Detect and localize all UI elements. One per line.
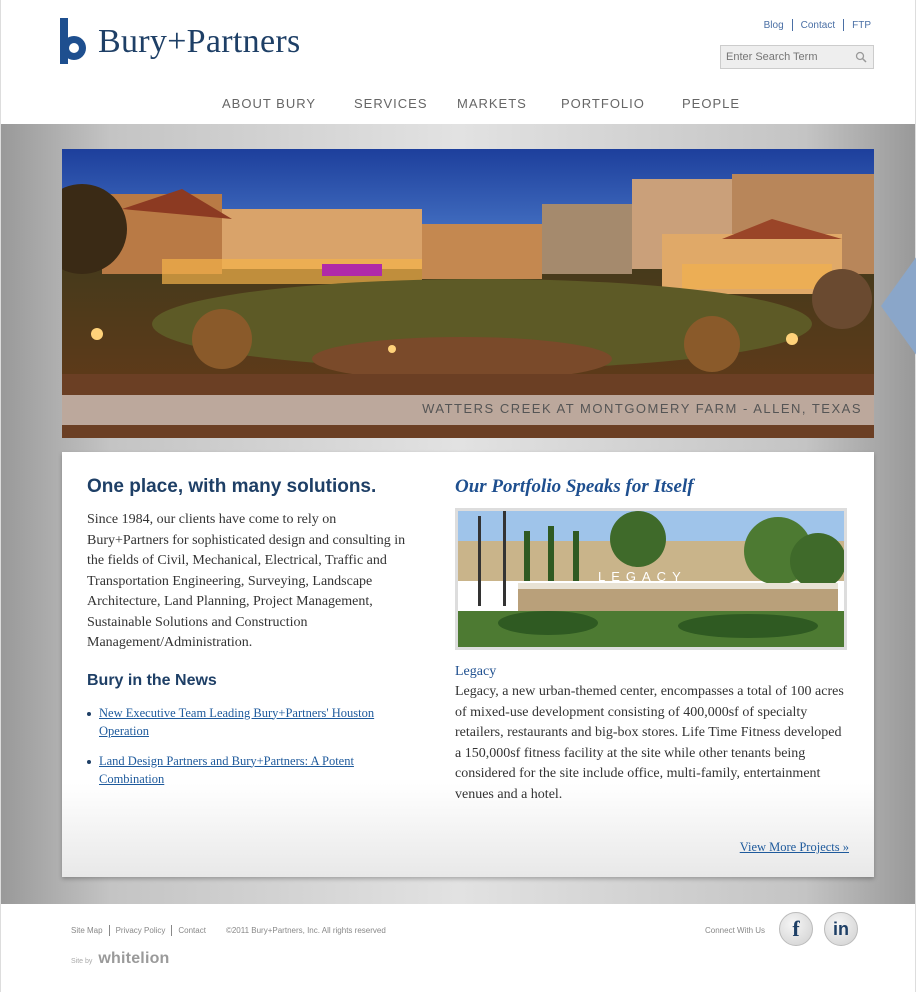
nav-people[interactable]: PEOPLE — [682, 96, 740, 111]
brand-name: Bury+Partners — [98, 23, 301, 60]
project-description: Legacy, a new urban-themed center, encom… — [455, 684, 844, 802]
tagline-heading: One place, with many solutions. — [87, 476, 377, 497]
ftp-link[interactable]: FTP — [852, 20, 871, 31]
hero-slide[interactable]: WATTERS CREEK AT MONTGOMERY FARM - ALLEN… — [62, 149, 874, 438]
project-image[interactable]: LEGACY — [455, 508, 847, 650]
content-card: One place, with many solutions. Since 19… — [62, 452, 874, 877]
hero-caption: WATTERS CREEK AT MONTGOMERY FARM - ALLEN… — [422, 401, 862, 416]
footer-links: Site Map Privacy Policy Contact ©2011 Bu… — [71, 925, 386, 936]
site-by-label: Site by — [71, 958, 93, 965]
divider — [108, 925, 110, 936]
site-map-link[interactable]: Site Map — [71, 926, 103, 935]
news-link[interactable]: Land Design Partners and Bury+Partners: … — [99, 754, 354, 786]
project-name[interactable]: Legacy — [455, 664, 849, 680]
bullet-icon — [87, 711, 91, 716]
nav-markets[interactable]: MARKETS — [457, 96, 561, 111]
search-icon[interactable] — [855, 51, 867, 63]
whitelion-logo[interactable]: whitelion — [98, 950, 169, 968]
right-column: Our Portfolio Speaks for Itself LEGACY L… — [455, 476, 849, 805]
divider — [843, 19, 845, 31]
carousel-next-arrow-icon[interactable] — [881, 256, 916, 356]
news-heading: Bury in the News — [87, 671, 217, 689]
divider — [171, 925, 173, 936]
intro-text: Since 1984, our clients have come to rel… — [87, 512, 406, 650]
site-by: Site by whitelion — [71, 950, 170, 968]
copyright: ©2011 Bury+Partners, Inc. All rights res… — [225, 926, 386, 935]
search-input[interactable] — [721, 46, 851, 68]
news-item: New Executive Team Leading Bury+Partners… — [87, 704, 417, 740]
contact-link[interactable]: Contact — [801, 20, 835, 31]
connect-label: Connect With Us — [705, 926, 766, 935]
search-box — [720, 45, 874, 69]
logo[interactable]: Bury+Partners — [60, 18, 301, 66]
page: Bury+Partners Blog Contact FTP ABOUT BUR… — [0, 0, 916, 992]
bullet-icon — [87, 759, 91, 764]
linkedin-icon[interactable]: in — [824, 912, 858, 946]
footer-contact-link[interactable]: Contact — [178, 926, 206, 935]
nav-about-bury[interactable]: ABOUT BURY — [222, 96, 354, 111]
main-nav: ABOUT BURY SERVICES MARKETS PORTFOLIO PE… — [222, 96, 740, 111]
blog-link[interactable]: Blog — [764, 20, 784, 31]
portfolio-heading: Our Portfolio Speaks for Itself — [455, 476, 694, 497]
news-item: Land Design Partners and Bury+Partners: … — [87, 752, 417, 788]
logo-mark-icon — [60, 18, 88, 66]
view-more-projects-link[interactable]: View More Projects » — [740, 840, 849, 855]
nav-portfolio[interactable]: PORTFOLIO — [561, 96, 682, 111]
sign-text: LEGACY — [598, 569, 687, 584]
news-list: New Executive Team Leading Bury+Partners… — [87, 704, 417, 788]
divider — [791, 19, 793, 31]
news-link[interactable]: New Executive Team Leading Bury+Partners… — [99, 706, 374, 738]
privacy-policy-link[interactable]: Privacy Policy — [116, 926, 166, 935]
left-column: One place, with many solutions. Since 19… — [87, 476, 417, 800]
facebook-icon[interactable]: f — [779, 912, 813, 946]
utility-links: Blog Contact FTP — [764, 19, 871, 31]
nav-services[interactable]: SERVICES — [354, 96, 457, 111]
